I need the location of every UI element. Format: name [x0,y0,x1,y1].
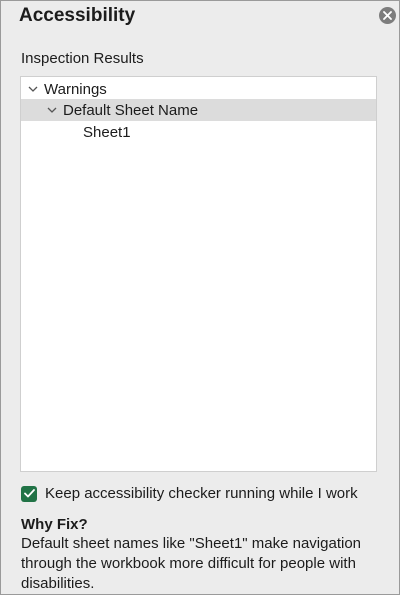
inspection-results-label: Inspection Results [21,50,144,67]
inspection-results-tree[interactable]: Warnings Default Sheet Name Sheet1 [20,76,377,472]
chevron-down-icon[interactable] [26,82,40,96]
checkmark-icon [23,489,35,498]
tree-label-warnings: Warnings [44,80,107,98]
pane-title: Accessibility [19,5,136,26]
keep-running-option[interactable]: Keep accessibility checker running while… [21,485,358,502]
keep-running-checkbox[interactable] [21,485,37,502]
why-fix-description: Default sheet names like "Sheet1" make n… [21,535,362,592]
chevron-down-icon[interactable] [45,103,59,117]
tree-row-sheet1[interactable]: Sheet1 [21,121,376,143]
close-icon [383,11,392,20]
keep-running-label: Keep accessibility checker running while… [45,485,358,502]
accessibility-pane: Accessibility Inspection Results Warning… [0,0,400,595]
tree-label-sheet: Sheet1 [83,123,131,141]
tree-row-default-sheet-name[interactable]: Default Sheet Name [21,99,376,121]
close-button[interactable] [379,7,396,24]
why-fix-title: Why Fix? [21,516,88,533]
tree-label-issue: Default Sheet Name [63,101,199,119]
tree-row-warnings[interactable]: Warnings [21,78,376,100]
